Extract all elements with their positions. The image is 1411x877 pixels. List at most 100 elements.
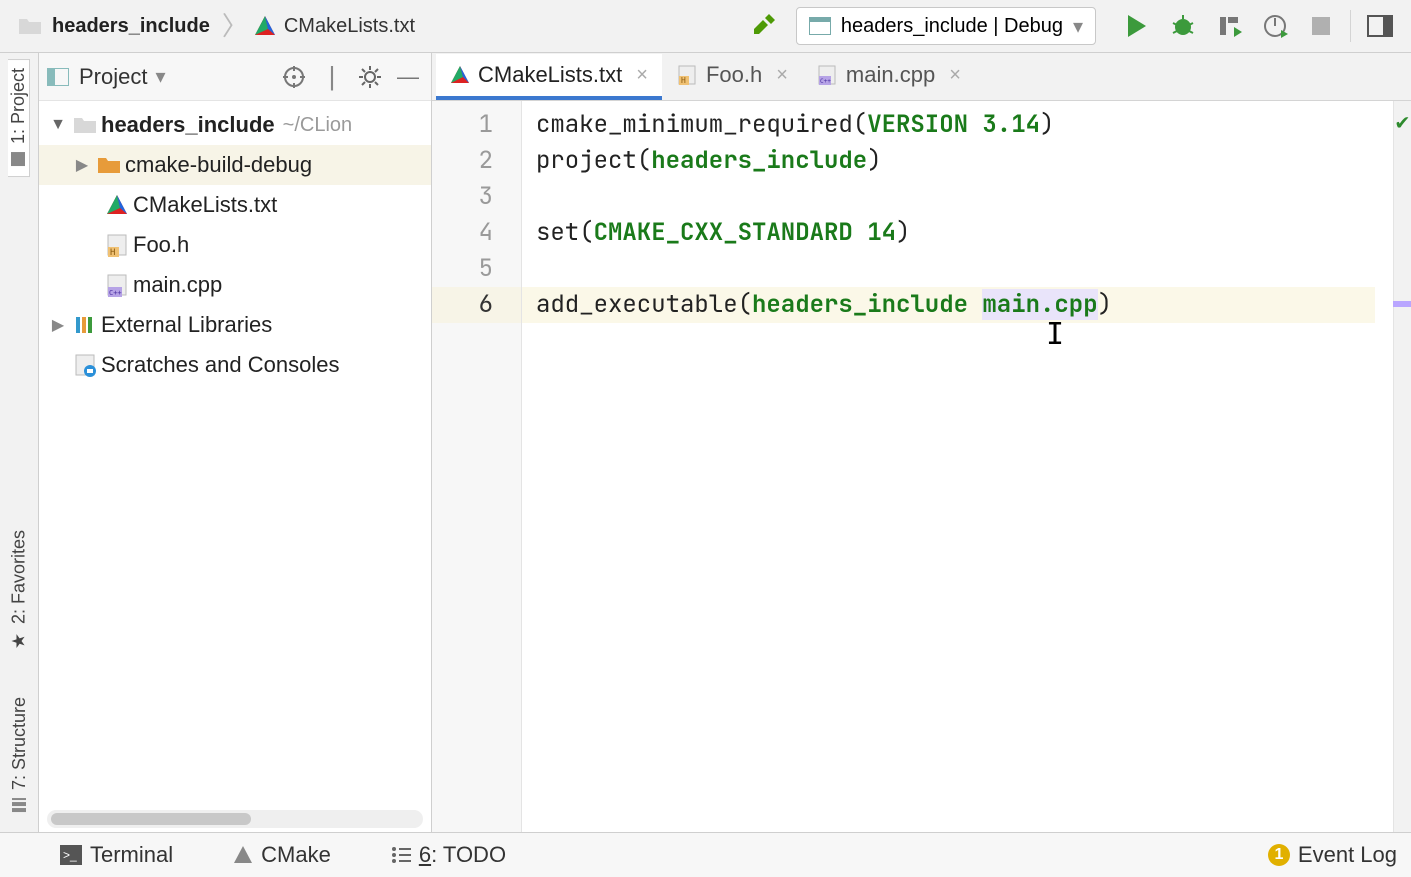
tree-root[interactable]: ▼ headers_include ~/CLion [39, 105, 431, 145]
code-content[interactable]: cmake_minimum_required(VERSION 3.14) pro… [522, 101, 1393, 832]
tool-tab-favorites[interactable]: ★ 2: Favorites [8, 522, 30, 659]
tree-cmakelists[interactable]: CMakeLists.txt [39, 185, 431, 225]
cmake-icon [101, 194, 133, 216]
chevron-right-icon[interactable]: ▶ [47, 315, 69, 335]
tree-item-label: External Libraries [101, 312, 272, 338]
tab-main-cpp[interactable]: C++ main.cpp × [802, 54, 975, 100]
tool-tab-structure-label: 7: Structure [9, 697, 30, 790]
close-icon[interactable]: × [943, 64, 961, 87]
editor-right-gutter: ✔ [1393, 101, 1411, 832]
tool-tab-favorites-label: 2: Favorites [9, 530, 30, 624]
debug-button[interactable] [1160, 6, 1206, 46]
tab-label: CMakeLists.txt [478, 62, 622, 88]
breadcrumb-file[interactable]: CMakeLists.txt [280, 15, 415, 38]
left-tool-strip: 1: Project ★ 2: Favorites 7: Structure [0, 53, 39, 832]
code-token: cmake_minimum_required( [536, 109, 867, 140]
run-button[interactable] [1114, 6, 1160, 46]
project-tree: ▼ headers_include ~/CLion ▶ cmake-build-… [39, 101, 431, 806]
cmake-icon [450, 65, 470, 85]
chevron-down-icon[interactable]: ▼ [47, 116, 69, 134]
folder-icon [93, 155, 125, 175]
line-number: 2 [479, 145, 493, 176]
chevron-down-icon[interactable]: ▾ [155, 64, 165, 89]
tab-label: main.cpp [846, 62, 935, 88]
project-header-title[interactable]: Project [77, 64, 147, 90]
svg-text:H: H [681, 76, 686, 85]
line-number: 6 [432, 287, 521, 323]
close-icon[interactable]: × [770, 64, 788, 87]
tree-scratches[interactable]: Scratches and Consoles [39, 345, 431, 385]
tree-main-cpp[interactable]: C++ main.cpp [39, 265, 431, 305]
tab-foo-h[interactable]: H Foo.h × [662, 54, 802, 100]
event-count-badge: 1 [1268, 844, 1290, 866]
status-label: 6: TODO [419, 842, 506, 868]
marker[interactable] [1393, 301, 1411, 307]
profile-button[interactable] [1252, 6, 1298, 46]
cmake-icon [254, 15, 276, 37]
text-cursor-icon: 𝙸 [1046, 315, 1064, 351]
line-number: 1 [479, 109, 493, 140]
gear-icon[interactable] [355, 66, 385, 88]
tool-tab-project-label: 1: Project [8, 68, 29, 144]
code-area[interactable]: 1 2 3 4 5 6 cmake_minimum_required(VERSI… [432, 101, 1411, 832]
divider: | [317, 61, 347, 92]
window-icon [809, 17, 831, 35]
code-token: add_executable( [536, 289, 752, 320]
code-token: set( [536, 217, 594, 248]
scratches-icon [69, 353, 101, 377]
coverage-button[interactable] [1206, 6, 1252, 46]
tool-tab-project[interactable]: 1: Project [8, 59, 30, 177]
close-icon[interactable]: × [630, 64, 648, 87]
code-token: ) [1040, 109, 1054, 140]
build-button[interactable] [742, 6, 788, 46]
folder-icon [69, 115, 101, 135]
svg-text:>_: >_ [63, 848, 77, 862]
target-icon[interactable] [279, 66, 309, 88]
layout-button[interactable] [1357, 6, 1403, 46]
tree-root-hint: ~/CLion [275, 114, 353, 137]
code-token: project( [536, 145, 651, 176]
status-bar: >_ Terminal CMake 6: TODO 6: TODO 1 Even… [0, 832, 1411, 877]
folder-icon [18, 16, 42, 36]
breadcrumb-project[interactable]: headers_include [46, 15, 216, 38]
status-cmake[interactable]: CMake [233, 842, 331, 868]
horizontal-scrollbar[interactable] [47, 810, 423, 828]
tree-item-label: main.cpp [133, 272, 222, 298]
tree-foo-h[interactable]: H Foo.h [39, 225, 431, 265]
project-header: Project ▾ | — [39, 53, 431, 101]
svg-text:C++: C++ [109, 289, 122, 297]
svg-text:C++: C++ [820, 78, 831, 85]
line-number: 5 [479, 253, 493, 284]
code-token: headers_include [651, 145, 867, 176]
line-number: 4 [479, 217, 493, 248]
status-label: CMake [261, 842, 331, 868]
header-file-icon: H [676, 64, 698, 86]
stop-button[interactable] [1298, 6, 1344, 46]
hide-icon[interactable]: — [393, 64, 423, 90]
run-config-label: headers_include | Debug [841, 15, 1063, 38]
chevron-down-icon: ▾ [1073, 14, 1083, 39]
toolbar-separator [1350, 10, 1351, 42]
cpp-file-icon: C++ [101, 273, 133, 297]
tree-build-dir[interactable]: ▶ cmake-build-debug [39, 145, 431, 185]
code-token: CMAKE_CXX_STANDARD 14 [594, 217, 896, 248]
tool-tab-structure[interactable]: 7: Structure [9, 689, 30, 822]
scrollbar-thumb[interactable] [51, 813, 251, 825]
status-event-log[interactable]: 1 Event Log [1268, 842, 1397, 868]
chevron-right-icon[interactable]: ▶ [71, 155, 93, 175]
code-token: main.cpp [982, 289, 1097, 320]
tree-item-label: Foo.h [133, 232, 189, 258]
tree-item-label: cmake-build-debug [125, 152, 312, 178]
editor: CMakeLists.txt × H Foo.h × C++ main.cpp … [432, 53, 1411, 832]
status-todo[interactable]: 6: TODO 6: TODO [391, 842, 506, 868]
line-number: 3 [479, 181, 493, 212]
tab-cmakelists[interactable]: CMakeLists.txt × [436, 54, 662, 100]
cmake-icon [233, 845, 253, 865]
run-config-combo[interactable]: headers_include | Debug ▾ [796, 7, 1096, 45]
tree-ext-libs[interactable]: ▶ External Libraries [39, 305, 431, 345]
code-token: headers_include [752, 289, 982, 320]
cpp-file-icon: C++ [816, 64, 838, 86]
status-terminal[interactable]: >_ Terminal [60, 842, 173, 868]
list-icon [391, 846, 411, 864]
code-token: ) [896, 217, 910, 248]
